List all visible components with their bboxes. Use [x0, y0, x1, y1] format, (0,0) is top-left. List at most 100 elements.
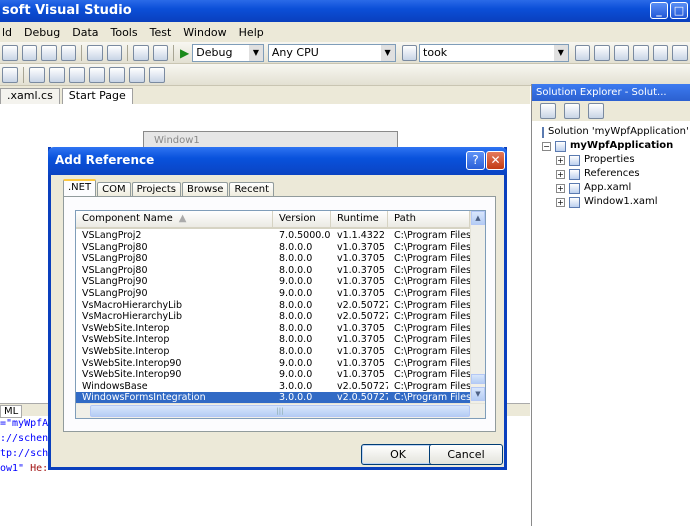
column-header-version[interactable]: Version — [273, 211, 331, 227]
save-icon[interactable] — [2, 44, 18, 61]
cancel-button[interactable]: Cancel — [429, 444, 503, 465]
tree-item-references[interactable]: + References — [532, 167, 690, 181]
cell-path: C:\Program Files\Fi — [394, 276, 472, 288]
column-header-runtime[interactable]: Runtime — [331, 211, 388, 227]
menu-data[interactable]: Data — [66, 26, 104, 39]
table-row[interactable]: VsWebSite.Interop90 9.0.0.0 v1.0.3705 C:\Pr… — [76, 369, 472, 381]
solution-configuration-combo[interactable]: Debug ▼ — [192, 43, 264, 62]
chevron-down-icon[interactable]: ▼ — [553, 44, 568, 61]
menu-debug[interactable]: Debug — [18, 26, 66, 39]
solution-explorer-icon[interactable] — [574, 44, 591, 61]
table-row[interactable]: WindowsBase 3.0.0.0 v2.0.50727 C:\Program F… — [76, 381, 472, 393]
paste-icon[interactable] — [60, 44, 77, 61]
object-browser-icon[interactable] — [613, 44, 630, 61]
cell-path: C:\Program Files\Mi — [394, 241, 472, 253]
show-all-files-icon[interactable] — [564, 103, 580, 119]
toolbox-icon[interactable] — [633, 44, 649, 61]
find-combo[interactable]: took ▼ — [419, 43, 569, 62]
undo-icon[interactable] — [87, 44, 103, 61]
horizontal-scroll-thumb[interactable]: ||| — [90, 405, 470, 417]
table-row[interactable]: VsWebSite.Interop 8.0.0.0 v1.0.3705 C:\Prog… — [76, 346, 472, 358]
table-row[interactable]: VsWebSite.Interop 8.0.0.0 v1.0.3705 C:\Prog… — [76, 323, 472, 335]
find-in-files-icon[interactable] — [401, 44, 418, 61]
maximize-button[interactable]: □ — [670, 2, 688, 19]
clear-bookmarks-icon[interactable] — [149, 66, 165, 83]
column-header-path[interactable]: Path — [388, 211, 470, 227]
scroll-thumb[interactable] — [471, 374, 485, 384]
solution-icon — [542, 126, 544, 138]
table-row[interactable]: VsMacroHierarchyLib 8.0.0.0 v2.0.50727 C:\P… — [76, 311, 472, 323]
minimize-button[interactable]: _ — [650, 2, 668, 19]
column-header-component-name[interactable]: Component Name ▲ — [76, 211, 273, 227]
chevron-down-icon[interactable]: ▼ — [248, 44, 263, 61]
references-icon — [569, 168, 580, 180]
table-row[interactable]: VSLangProj2 7.0.5000.0 v1.1.4322 C:\Program… — [76, 230, 472, 242]
horizontal-scrollbar[interactable]: ||| — [76, 403, 485, 418]
redo-icon[interactable] — [106, 44, 123, 61]
navigate-forward-icon[interactable] — [152, 44, 169, 61]
comment-icon[interactable] — [49, 66, 65, 83]
list-header: Component Name ▲ Version Runtime Path — [76, 211, 485, 229]
expand-icon[interactable]: + — [556, 183, 565, 193]
table-row[interactable]: VSLangProj80 8.0.0.0 v1.0.3705 C:\Program F… — [76, 265, 472, 277]
table-row[interactable]: VSLangProj80 8.0.0.0 v1.0.3705 C:\Program F… — [76, 242, 472, 254]
cell-component-name: VSLangProj90 — [82, 276, 148, 288]
menu-test[interactable]: Test — [144, 26, 178, 39]
copy-icon[interactable] — [41, 44, 57, 61]
menu-help[interactable]: Help — [233, 26, 270, 39]
app-title-bar: soft Visual Studio _ □ — [0, 0, 690, 22]
collapse-icon[interactable]: − — [542, 141, 551, 151]
bookmark-icon[interactable] — [89, 66, 105, 83]
other-windows-icon[interactable] — [672, 44, 688, 61]
solution-platform-combo[interactable]: Any CPU ▼ — [267, 43, 396, 62]
chevron-down-icon[interactable]: ▼ — [380, 44, 395, 61]
tab-start-page[interactable]: Start Page — [61, 88, 133, 104]
table-row[interactable]: VsWebSite.Interop90 9.0.0.0 v1.0.3705 C:\Pr… — [76, 358, 472, 370]
cell-version: 9.0.0.0 — [279, 357, 313, 369]
table-row[interactable]: VsWebSite.Interop 8.0.0.0 v1.0.3705 C:\Prog… — [76, 334, 472, 346]
previous-bookmark-icon[interactable] — [109, 66, 125, 83]
tree-item-app-xaml[interactable]: + App.xaml — [532, 181, 690, 195]
menu-window[interactable]: Window — [177, 26, 232, 39]
tree-item-window1-xaml[interactable]: + Window1.xaml — [532, 195, 690, 209]
menu-build[interactable]: ld — [0, 26, 18, 39]
cell-path: C:\Program Files\Mi — [394, 264, 472, 276]
table-row[interactable]: VSLangProj90 9.0.0.0 v1.0.3705 C:\Program F… — [76, 288, 472, 300]
expand-icon[interactable]: + — [556, 169, 565, 179]
expand-icon[interactable]: + — [556, 197, 565, 207]
ok-button[interactable]: OK — [361, 444, 435, 465]
table-row[interactable]: VSLangProj90 9.0.0.0 v1.0.3705 C:\Program F… — [76, 276, 472, 288]
expand-icon[interactable]: + — [556, 155, 565, 165]
next-bookmark-icon[interactable] — [129, 66, 145, 83]
table-row[interactable]: VSLangProj80 8.0.0.0 v1.0.3705 C:\Program F… — [76, 253, 472, 265]
cell-version: 8.0.0.0 — [279, 311, 313, 323]
properties-window-icon[interactable] — [594, 44, 610, 61]
xaml-file-icon — [569, 182, 580, 194]
start-debugging-icon[interactable]: ▶ — [180, 46, 189, 60]
scroll-up-icon[interactable]: ▲ — [471, 211, 485, 225]
component-list[interactable]: Component Name ▲ Version Runtime Path VSL… — [75, 210, 486, 419]
cell-runtime: v2.0.50727 — [337, 299, 388, 311]
uncomment-icon[interactable] — [69, 66, 85, 83]
tree-item-properties[interactable]: + Properties — [532, 153, 690, 167]
tab-xaml-cs[interactable]: .xaml.cs — [0, 88, 60, 104]
start-page-icon[interactable] — [652, 44, 669, 61]
cell-version: 8.0.0.0 — [279, 241, 313, 253]
table-row[interactable]: VsMacroHierarchyLib 8.0.0.0 v2.0.50727 C:\P… — [76, 300, 472, 312]
help-icon[interactable]: ? — [466, 151, 485, 170]
rectangle-icon[interactable] — [29, 66, 45, 83]
properties-icon[interactable] — [540, 103, 556, 119]
cell-runtime: v1.0.3705 — [337, 287, 385, 299]
cell-path: C:\Program Files\Mi — [394, 369, 472, 381]
refresh-icon[interactable] — [588, 103, 604, 119]
tree-item-project[interactable]: − myWpfApplication — [532, 139, 690, 153]
vertical-scrollbar[interactable]: ▲ ▼ — [470, 211, 485, 403]
add-reference-dialog: Add Reference ? ✕ .NET COM Projects Brow… — [48, 147, 507, 470]
cut-icon[interactable] — [21, 44, 38, 61]
cell-runtime: v1.0.3705 — [337, 345, 385, 357]
close-icon[interactable]: ✕ — [486, 151, 505, 170]
tree-item-solution[interactable]: Solution 'myWpfApplication' (1 p — [532, 125, 690, 139]
navigate-back-icon[interactable] — [133, 44, 149, 61]
scroll-down-icon[interactable]: ▼ — [471, 387, 485, 401]
menu-tools[interactable]: Tools — [105, 26, 144, 39]
